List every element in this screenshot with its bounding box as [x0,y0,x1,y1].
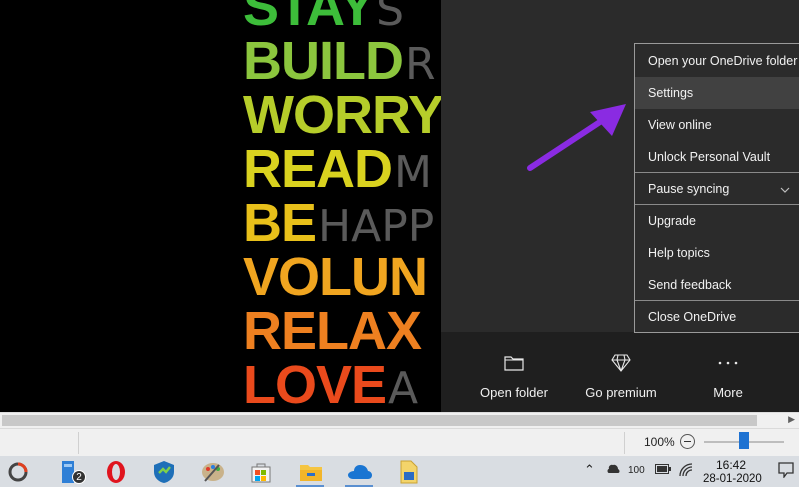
wifi-icon[interactable] [679,463,693,480]
status-divider [78,432,79,454]
menu-item-open-onedrive-folder[interactable]: Open your OneDrive folder [635,45,799,77]
onedrive-context-menu: Open your OneDrive folder Settings View … [634,43,799,333]
poster-line: BEHAPP [243,193,441,253]
poster-word: BE [243,193,317,253]
poster-word-faded: M [394,147,432,198]
zoom-out-button[interactable] [680,434,695,449]
taskbar: 2 ⌃ 100 16:42 28-01-2020 [0,456,799,487]
notification-center-icon[interactable] [778,462,794,481]
start-app-icon[interactable] [5,459,31,485]
scroll-right-icon[interactable]: ▶ [788,414,795,425]
menu-item-settings[interactable]: Settings [635,77,799,109]
menu-item-unlock-personal-vault[interactable]: Unlock Personal Vault [635,141,799,173]
open-folder-button[interactable]: Open folder [459,332,569,412]
menu-item-send-feedback[interactable]: Send feedback [635,269,799,301]
onedrive-cloud-icon[interactable] [347,459,373,485]
open-folder-label: Open folder [480,385,548,400]
flyout-footer: Open folder Go premium More [441,332,799,412]
battery-icon[interactable] [655,464,671,477]
opera-browser-icon[interactable] [103,459,129,485]
document-folder-icon[interactable] [396,459,422,485]
poster-word: BUILD [243,31,404,91]
poster-word-faded: A [388,363,419,412]
folder-icon [459,352,569,374]
poster-line: READM [243,139,441,199]
pause-syncing-label: Pause syncing [648,182,730,196]
chevron-up-icon[interactable]: ⌃ [584,462,595,478]
security-shield-icon[interactable] [151,459,177,485]
poster-line: BUILDR [243,31,441,91]
poster-word: WORRY [243,85,441,145]
paint-palette-icon[interactable] [200,459,226,485]
poster-line: LOVEA [243,358,441,412]
system-tray: ⌃ 100 16:42 28-01-2020 [575,456,799,487]
clock-date[interactable]: 28-01-2020 [703,473,762,485]
poster-word-faded: R [404,39,436,90]
chevron-down-icon [780,173,790,205]
clock-time[interactable]: 16:42 [716,458,746,472]
battery-label[interactable]: 100 [628,465,645,476]
scrollbar-thumb[interactable] [2,415,757,426]
more-label: More [713,385,743,400]
menu-item-view-online[interactable]: View online [635,109,799,141]
go-premium-button[interactable]: Go premium [566,332,676,412]
desktop-wallpaper: STAYS BUILDR WORRY READM BEHAPP VOLUN RELAX LOV… [0,0,441,412]
poster-word: VOLUN [243,247,428,307]
poster-word: LOVE [243,355,387,412]
poster-text: STAYS BUILDR WORRY READM BEHAPP VOLUN RELAX LOV… [243,0,441,412]
menu-item-help-topics[interactable]: Help topics [635,237,799,269]
status-divider [624,432,625,454]
status-bar: 100% [0,428,799,456]
ellipsis-icon [673,352,783,374]
more-button[interactable]: More [673,332,783,412]
menu-item-upgrade[interactable]: Upgrade [635,205,799,237]
menu-item-close-onedrive[interactable]: Close OneDrive [635,301,799,333]
poster-line: STAYS [243,0,441,36]
poster-word: RELAX [243,301,422,361]
poster-line: WORRY [243,88,441,142]
poster-word: READ [243,139,393,199]
folder-explorer-icon[interactable] [298,459,324,485]
zoom-level: 100% [644,435,675,449]
poster-line: VOLUN [243,250,441,304]
annotation-arrow [527,104,626,171]
store-bag-icon[interactable] [248,459,274,485]
menu-item-pause-syncing[interactable]: Pause syncing [635,173,799,205]
poster-word-faded: HAPP [318,201,435,252]
horizontal-scrollbar[interactable]: ▶ [0,412,799,428]
diamond-icon [566,352,676,374]
notification-badge: 2 [72,470,86,484]
go-premium-label: Go premium [585,385,657,400]
cloud-tray-icon[interactable] [605,463,621,477]
zoom-slider-thumb[interactable] [739,432,749,449]
poster-line: RELAX [243,304,441,358]
